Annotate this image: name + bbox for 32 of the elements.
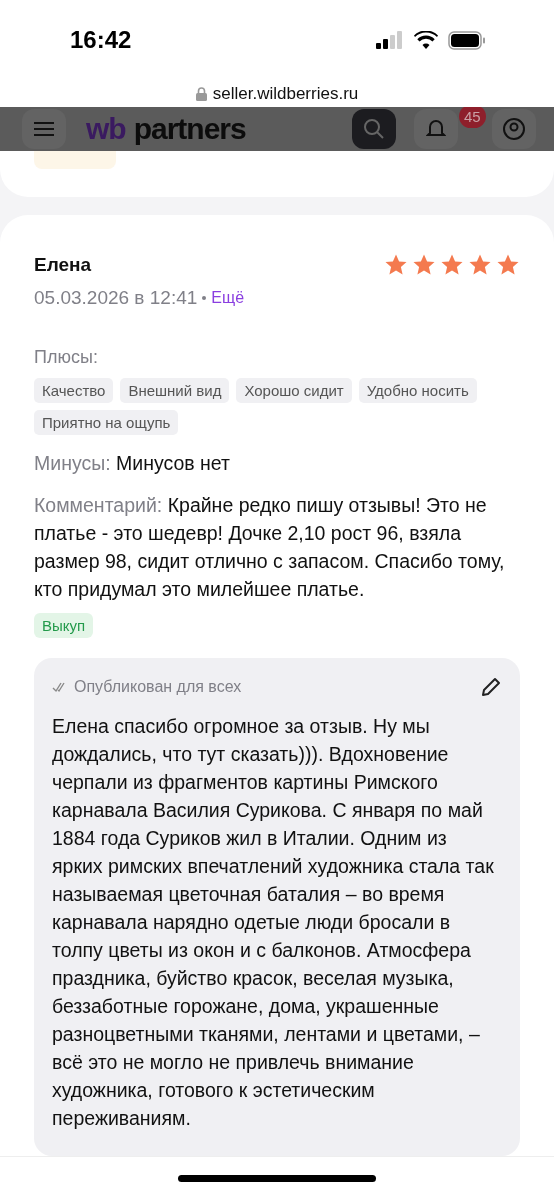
lock-icon (195, 86, 207, 101)
menu-button[interactable] (22, 108, 66, 149)
pros-tag: Хорошо сидит (236, 378, 352, 404)
url-text[interactable]: seller.wildberries.ru (212, 83, 359, 104)
comment-text: Комментарий: Крайне редко пишу отзывы! Это не платье - это шедевр! Дочке 2,10 рост 96, взяла размер 98, сидит отлично с запасом. Спасибо тому, кто придумал это милейшее платье. (34, 493, 506, 603)
edit-icon[interactable] (480, 676, 502, 699)
pros-tag: Качество (34, 378, 114, 404)
pros-tag: Приятно на ощупь (34, 410, 179, 436)
profile-button[interactable] (492, 108, 536, 149)
publish-status: Опубликован для всех (74, 678, 242, 697)
signal-icon (376, 31, 404, 49)
search-icon (363, 117, 385, 140)
logo-text: partners (133, 110, 246, 147)
cons-text: Минусы: Минусов нет (34, 451, 231, 477)
menu-icon (33, 120, 55, 137)
search-button[interactable] (352, 108, 396, 149)
status-tag: Выкуп (34, 613, 94, 639)
author-name: Елена (34, 254, 92, 277)
pros-label: Плюсы: (34, 347, 98, 368)
more-link[interactable]: Ещё (211, 289, 245, 308)
battery-icon (448, 30, 486, 50)
wifi-icon (414, 31, 438, 49)
logo-mark: wb (86, 110, 126, 147)
pros-tag: Внешний вид (120, 378, 230, 404)
notifications-button[interactable] (414, 108, 458, 149)
user-icon (502, 116, 526, 141)
separator-dot (202, 296, 207, 301)
clock: 16:42 (70, 26, 132, 54)
reply-text: Елена спасибо огромное за отзыв. Ну мы дождались, что тут сказать))). Вдохновение черпали из фрагментов картины Римского карнавала Василия Сурикова. С января по май 1884 года Суриков жил в Италии. Одним из ярких римских впечатлений художника стала так называемая цветочная баталия – во время карнавала нарядно одетые люди бросали в толпу цветы из окон и с балконов. Атмосфера праздника, буйство красок, веселая музыка, беззаботные горожане, дома, украшенные разноцветными тканями, лентами и цветами, – всё это не могло не привлечь внимание художника, готового к эстетическим переживаниям. (52, 714, 495, 1132)
pros-tag: Удобно носить (358, 378, 477, 404)
review-date: 05.03.2026 в 12:41 (34, 287, 198, 310)
notification-badge: 45 (459, 107, 486, 128)
